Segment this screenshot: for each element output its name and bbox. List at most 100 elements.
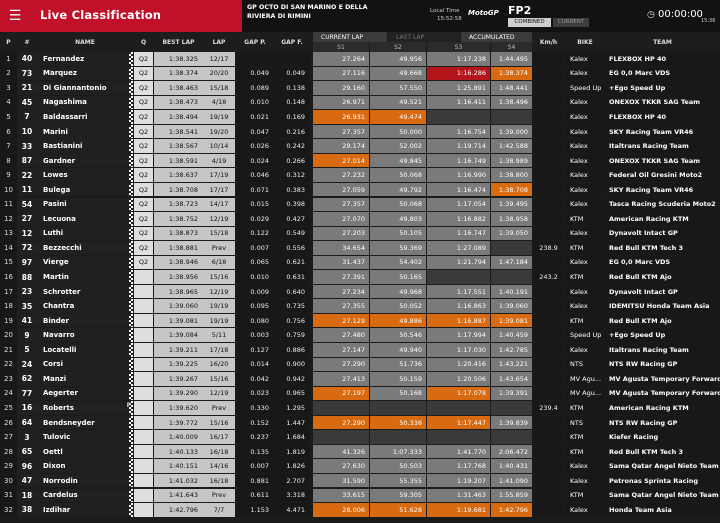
cell-bike-value: KTM <box>570 214 584 223</box>
table-row[interactable]: 10 11 Bulega Q2 1:38.708 17/17 0.071 0.383 27.05… <box>0 182 720 197</box>
cell-bike-value: MV Agu... <box>570 374 602 383</box>
table-row[interactable]: 4 45 Nagashima Q2 1:38.473 4/18 0.010 0.148 26.9… <box>0 95 720 110</box>
cell-name: Navarro <box>37 328 133 342</box>
cell-gapp: 0.029 <box>236 212 274 226</box>
cell-p-value: 6 <box>6 127 11 136</box>
tab-last-lap[interactable]: LAST LAP <box>388 32 460 42</box>
table-row[interactable]: 20 9 Navarro 1:39.084 5/11 0.003 0.759 27.480 50… <box>0 328 720 342</box>
column-header-q[interactable]: Q <box>134 32 153 52</box>
cell-s1-value: 27.014 <box>342 156 365 165</box>
table-row[interactable]: 31 18 Cardelus 1:41.643 Prev 0.611 3.318 33.615… <box>0 488 720 503</box>
cell-best: 1:39.620 <box>154 401 203 415</box>
cell-gapp: 1.153 <box>236 503 274 517</box>
cell-bike: Kalex <box>566 255 604 270</box>
cell-p-value: 2 <box>6 69 11 78</box>
table-row[interactable]: 7 33 Bastianini Q2 1:38.567 10/14 0.026 0.242 29… <box>0 139 720 153</box>
table-row[interactable]: 16 88 Martin 1:38.956 15/16 0.010 0.631 27.391 5… <box>0 270 720 284</box>
table-row[interactable]: 25 16 Roberts P 1:39.620 Prev 0.330 1.295 239.4 K… <box>0 401 720 415</box>
table-row[interactable]: 23 62 Manzi 1:39.267 15/16 0.042 0.942 27.413 50… <box>0 372 720 386</box>
cell-team-value: Dynavolt Intact GP <box>609 229 678 238</box>
cell-bike: Kalex <box>566 459 604 473</box>
cell-s2-value: 59.369 <box>399 243 422 252</box>
table-row[interactable]: 11 54 Pasini Q2 1:38.723 14/17 0.015 0.398 27.35… <box>0 197 720 212</box>
cell-p: 2 <box>0 66 17 81</box>
column-header-bike[interactable]: BIKE <box>566 32 604 52</box>
cell-best: 1:40.133 <box>154 444 203 459</box>
table-row[interactable]: 30 47 Norrodin 1:41.032 16/18 0.881 2.707 31.59… <box>0 473 720 488</box>
cell-p: 11 <box>0 197 17 212</box>
cell-num: 65 <box>17 444 37 459</box>
cell-s1-value: 33.615 <box>342 491 365 500</box>
cell-bike: KTM <box>566 430 604 444</box>
cell-q: Q2 <box>134 168 153 182</box>
table-row[interactable]: 3 21 Di Giannantonio Q2 1:38.463 15/18 0.089 0.… <box>0 81 720 95</box>
cell-name-value: Chantra <box>43 302 75 311</box>
cell-num: 10 <box>17 124 37 139</box>
tab-current-lap[interactable]: CURRENT LAP <box>313 32 387 42</box>
table-row[interactable]: 12 27 Lecuona Q2 1:38.752 12/19 0.029 0.427 27.0… <box>0 212 720 226</box>
table-row[interactable]: 8 87 Gardner Q2 1:38.591 4/19 0.024 0.266 27.014… <box>0 153 720 168</box>
cell-lap: 12/19 <box>203 212 235 226</box>
cell-team-value: EG 0,0 Marc VDS <box>609 69 671 78</box>
table-row[interactable]: 32 38 Izdihar 1:42.796 7/7 1.153 4.471 28.006 51… <box>0 503 720 517</box>
table-row[interactable]: 28 65 Oettl 1:40.133 16/18 0.135 1.819 41.326 1:… <box>0 444 720 459</box>
cell-lap-value: 19/19 <box>209 316 229 325</box>
cell-s3-value: 1:16.411 <box>456 98 486 107</box>
cell-p-value: 14 <box>4 243 13 252</box>
cell-s4-value: 1:38.496 <box>498 98 528 107</box>
table-row[interactable]: 6 10 Marini Q2 1:38.541 19/20 0.047 0.216 27.357… <box>0 124 720 139</box>
table-row[interactable]: 15 97 Vierge Q2 1:38.946 6/18 0.065 0.621 31.437… <box>0 255 720 270</box>
table-row[interactable]: 14 72 Bezzecchi Q2 1:38.881 Prev 0.007 0.556 34.… <box>0 241 720 255</box>
table-row[interactable]: 18 35 Chantra 1:39.060 19/19 0.095 0.735 27.355… <box>0 299 720 313</box>
column-header-name[interactable]: NAME <box>37 32 133 52</box>
column-header-lap[interactable]: LAP <box>203 32 235 52</box>
cell-gapf-value: 0.312 <box>286 171 305 180</box>
tab-accumulated[interactable]: ACCUMULATED <box>461 32 532 42</box>
table-row[interactable]: 26 64 Bendsneyder 1:39.772 15/16 0.152 1.447 27… <box>0 415 720 430</box>
menu-button[interactable]: ☰ <box>0 0 30 32</box>
table-row[interactable]: 13 12 Luthi Q2 1:38.873 15/18 0.122 0.549 27.203… <box>0 226 720 241</box>
table-row[interactable]: 9 22 Lowes Q2 1:38.637 17/19 0.046 0.312 27.232 5… <box>0 168 720 182</box>
cell-q-value: Q2 <box>138 98 149 107</box>
cell-num: 12 <box>17 226 37 241</box>
table-row[interactable]: 27 3 Tulovic 1:40.009 16/17 0.237 1.684 KTM Kief… <box>0 430 720 444</box>
column-header-kmh[interactable]: Km/h <box>533 32 564 52</box>
cell-num-value: 47 <box>21 476 33 486</box>
cell-p-value: 13 <box>4 229 13 238</box>
column-header-gapf[interactable]: GAP F. <box>274 32 310 52</box>
table-row[interactable]: 1 40 Fernandez Q2 1:38.325 12/17 27.264 49.956 1… <box>0 52 720 66</box>
table-row[interactable]: 22 24 Corsi 1:39.225 16/20 0.014 0.900 27.290 51… <box>0 357 720 372</box>
cell-s4: 1:43.654 <box>491 372 532 386</box>
cell-team-value: +Ego Speed Up <box>609 83 666 92</box>
column-header-team[interactable]: TEAM <box>605 32 720 52</box>
column-header-p[interactable]: P <box>0 32 17 52</box>
tab-combined[interactable]: COMBINED <box>508 18 551 27</box>
table-row[interactable]: 17 23 Schrotter 1:38.965 12/19 0.009 0.640 27.2… <box>0 284 720 299</box>
table-row[interactable]: 24 77 Aegerter 1:39.290 12/19 0.023 0.965 27.19… <box>0 386 720 401</box>
cell-team-value: Red Bull KTM Tech 3 <box>609 447 684 456</box>
cell-s4-value: 1:38.374 <box>498 69 528 78</box>
column-header-gapp[interactable]: GAP P. <box>236 32 274 52</box>
cell-best-value: 1:39.267 <box>168 374 198 383</box>
table-row[interactable]: 21 5 Locatelli 1:39.211 17/18 0.127 0.886 27.14… <box>0 343 720 357</box>
cell-p: 24 <box>0 386 17 401</box>
cell-team-value: MV Agusta Temporary Forward <box>609 374 720 383</box>
tab-current[interactable]: CURRENT <box>553 18 589 27</box>
cell-gapp <box>236 52 274 66</box>
session-name: FP2 <box>508 4 532 17</box>
column-header-best[interactable]: BEST LAP <box>154 32 203 52</box>
column-header-num[interactable]: # <box>17 32 37 52</box>
table-row[interactable]: 29 96 Dixon 1:40.151 14/16 0.007 1.826 27.630 50… <box>0 459 720 473</box>
cell-s4-value: 1:39.081 <box>498 316 528 325</box>
cell-s1-value: 27.129 <box>342 316 365 325</box>
table-row[interactable]: 19 41 Binder 1:39.081 19/19 0.080 0.756 27.129 4… <box>0 313 720 328</box>
cell-q <box>134 299 153 313</box>
cell-name: Luthi <box>37 226 133 241</box>
cell-num: 77 <box>17 386 37 401</box>
cell-p-value: 26 <box>4 418 13 427</box>
cell-s1-value: 27.232 <box>342 171 365 180</box>
cell-name-value: Marquez <box>43 69 77 78</box>
cell-gapp-value: 0.095 <box>250 302 269 311</box>
table-row[interactable]: 2 73 Marquez Q2 1:38.374 20/20 0.049 0.049 27.11… <box>0 66 720 81</box>
table-row[interactable]: 5 7 Baldassarri Q2 1:38.494 19/19 0.021 0.169 26… <box>0 110 720 124</box>
